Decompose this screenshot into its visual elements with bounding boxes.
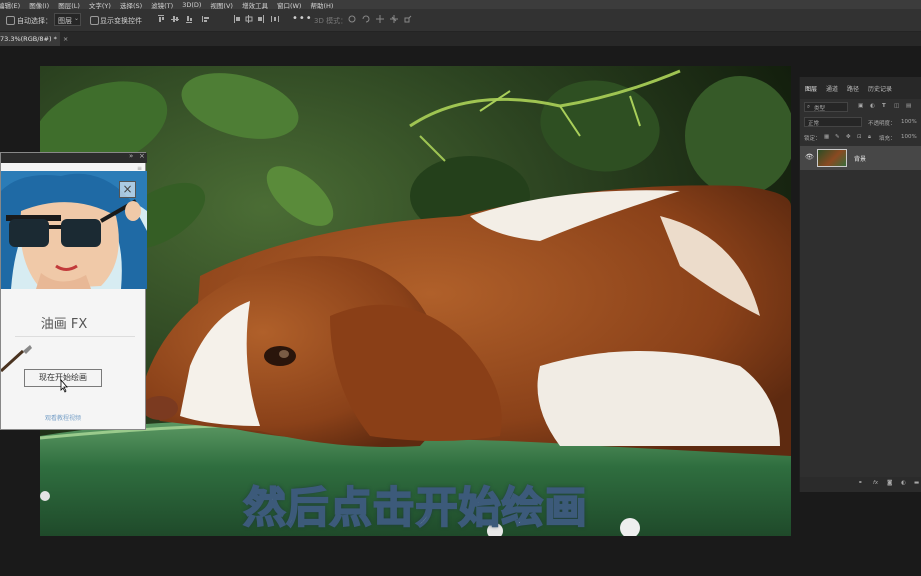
document-tab-bar xyxy=(0,32,921,46)
document-tab-title: 73.3%(RGB/8#) * xyxy=(0,35,57,43)
panel-tab-strip xyxy=(800,77,921,99)
menu-help[interactable]: 帮助(H) xyxy=(310,0,333,10)
link-layers-icon[interactable]: ⚭ xyxy=(858,480,863,486)
3d-mode-label: 3D 模式： xyxy=(314,17,348,25)
blend-mode-dropdown[interactable]: 正常 xyxy=(804,117,862,127)
lock-artboard-icon[interactable]: ⊡ xyxy=(857,134,862,140)
layer-style-icon[interactable]: fx xyxy=(873,480,878,486)
oil-paint-plugin-panel: » × ≡ × 油画 FX 现在开始绘画 观看教程视频 xyxy=(0,152,147,430)
new-group-icon[interactable]: ▬ xyxy=(914,480,919,486)
lock-move-icon[interactable]: ✥ xyxy=(846,134,851,140)
distribute-center-icon[interactable] xyxy=(245,15,253,23)
filter-type-icon[interactable]: T xyxy=(882,103,886,109)
lock-label: 锁定： xyxy=(804,136,821,142)
3d-roll-icon[interactable] xyxy=(362,15,370,23)
blend-mode-value: 正常 xyxy=(808,121,820,127)
align-bottom-icon[interactable] xyxy=(185,15,193,23)
auto-select-checkbox[interactable] xyxy=(6,16,15,25)
menu-plugins[interactable]: 增效工具 xyxy=(242,0,268,10)
menu-filter[interactable]: 滤镜(T) xyxy=(151,0,173,10)
filter-adjust-icon[interactable]: ◐ xyxy=(870,103,875,109)
options-bar: 自动选择： 图层 ⌄ 显示变换控件 ••• 3D 模式： xyxy=(0,9,921,32)
close-tab-icon[interactable]: × xyxy=(63,35,68,43)
plugin-banner-image: × xyxy=(1,171,147,289)
3d-pan-icon[interactable] xyxy=(376,15,384,23)
more-options-icon[interactable]: ••• xyxy=(292,13,313,24)
auto-select-label: 自动选择： xyxy=(17,17,52,25)
tab-layers[interactable]: 图层 xyxy=(805,84,817,93)
align-left-icon[interactable] xyxy=(202,15,210,23)
canvas-image xyxy=(40,66,791,536)
adjustment-layer-icon[interactable]: ◐ xyxy=(901,480,906,486)
lock-all-icon[interactable]: 🔒︎ xyxy=(868,134,871,141)
video-subtitle: 然后点击开始绘画 xyxy=(242,482,588,533)
distribute-top-icon[interactable] xyxy=(233,15,241,23)
lock-transparent-icon[interactable]: ▦ xyxy=(824,134,829,140)
opacity-label: 不透明度： xyxy=(868,121,896,127)
close-banner-icon[interactable]: × xyxy=(119,181,136,198)
layers-footer: ⚭ fx ◙ ◐ ▬ xyxy=(800,477,921,492)
tab-paths[interactable]: 路径 xyxy=(847,84,859,93)
auto-select-dropdown[interactable]: 图层 ⌄ xyxy=(54,13,81,26)
document-tab[interactable]: 73.3%(RGB/8#) * × xyxy=(0,32,68,46)
lock-paint-icon[interactable]: ✎ xyxy=(835,134,840,140)
menu-layer[interactable]: 图层(L) xyxy=(58,0,80,10)
menu-window[interactable]: 窗口(W) xyxy=(277,0,302,10)
plugin-header-bar: » × xyxy=(1,152,147,163)
layer-thumbnail xyxy=(817,149,847,167)
show-transform-checkbox[interactable] xyxy=(90,16,99,25)
layer-filter-dropdown[interactable]: ⌕ 类型 xyxy=(804,102,848,112)
fill-label: 填充： xyxy=(879,136,896,142)
mouse-cursor-icon xyxy=(60,379,68,393)
collapse-icon[interactable]: » xyxy=(129,152,133,160)
tab-history[interactable]: 历史记录 xyxy=(868,84,892,93)
layer-name[interactable]: 背景 xyxy=(854,154,866,163)
menu-view[interactable]: 视图(V) xyxy=(210,0,233,10)
chevron-down-icon: ⌄ xyxy=(74,15,80,22)
layer-row-background[interactable]: 👁︎ 背景 xyxy=(800,146,921,170)
document-canvas[interactable]: 然后点击开始绘画 xyxy=(40,66,791,536)
tab-channels[interactable]: 通道 xyxy=(826,84,838,93)
search-icon: ⌕ xyxy=(807,104,811,110)
auto-select-value: 图层 xyxy=(58,17,72,25)
layer-filter-label: 类型 xyxy=(814,106,826,112)
align-top-icon[interactable] xyxy=(157,15,165,23)
distribute-bottom-icon[interactable] xyxy=(257,15,265,23)
3d-orbit-icon[interactable] xyxy=(348,15,356,23)
fill-value[interactable]: 100% xyxy=(901,134,917,140)
menu-edit[interactable]: 编辑(E) xyxy=(0,0,20,10)
close-icon[interactable]: × xyxy=(139,152,145,160)
menu-image[interactable]: 图像(I) xyxy=(29,0,49,10)
add-mask-icon[interactable]: ◙ xyxy=(887,480,892,486)
filter-smart-icon[interactable]: ▤ xyxy=(906,103,911,109)
align-vcenter-icon[interactable] xyxy=(171,15,179,23)
3d-slide-icon[interactable] xyxy=(390,15,398,23)
visibility-eye-icon[interactable]: 👁︎ xyxy=(805,153,814,161)
filter-shape-icon[interactable]: ◫ xyxy=(894,103,899,109)
opacity-value[interactable]: 100% xyxy=(901,119,917,125)
filter-pixel-icon[interactable]: ▣ xyxy=(858,103,863,109)
menu-bar: 编辑(E) 图像(I) 图层(L) 文字(Y) 选择(S) 滤镜(T) 3D(D… xyxy=(0,0,921,9)
distribute-horizontal-icon[interactable] xyxy=(271,15,279,23)
layers-panel: 图层 通道 路径 历史记录 ⌕ 类型 ▣ ◐ T ◫ ▤ 正常 不透明度： 10… xyxy=(799,77,921,492)
watch-tutorial-link[interactable]: 观看教程视频 xyxy=(1,413,125,422)
divider xyxy=(15,336,135,337)
show-transform-label: 显示变换控件 xyxy=(100,17,142,25)
menu-type[interactable]: 文字(Y) xyxy=(89,0,111,10)
3d-scale-icon[interactable] xyxy=(404,15,412,23)
menu-3d[interactable]: 3D(D) xyxy=(182,1,201,9)
menu-select[interactable]: 选择(S) xyxy=(120,0,142,10)
plugin-title: 油画 FX xyxy=(40,317,88,332)
